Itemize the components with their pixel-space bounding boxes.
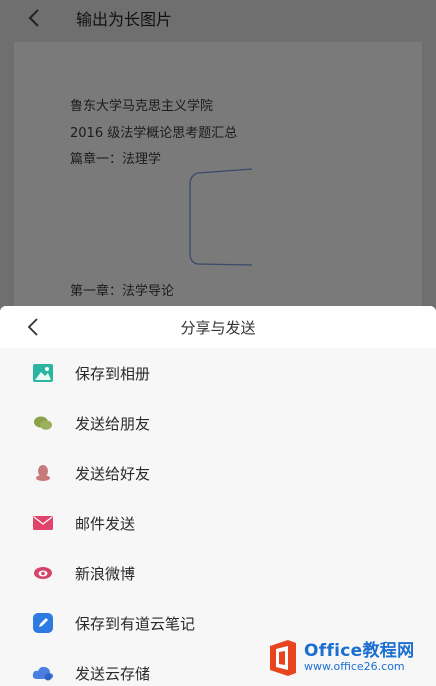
share-option-label: 保存到相册 <box>75 364 151 383</box>
document-preview: 鲁东大学马克思主义学院 2016 级法学概论思考题汇总 篇章一：法理学 第一章：… <box>14 42 422 322</box>
watermark-title: Office教程网 <box>304 641 415 661</box>
youdao-note-icon <box>32 612 54 634</box>
qq-icon <box>32 462 54 484</box>
share-option-label: 发送给好友 <box>75 464 151 483</box>
share-send-to-friend[interactable]: 发送给朋友 <box>0 398 436 448</box>
mail-icon <box>32 512 54 534</box>
chevron-left-icon <box>28 9 39 27</box>
office-watermark: Office教程网 www.office26.com <box>268 636 432 680</box>
document-line: 鲁东大学马克思主义学院 <box>70 99 214 114</box>
share-option-label: 新浪微博 <box>75 564 136 583</box>
share-save-to-album[interactable]: 保存到相册 <box>0 348 436 398</box>
weibo-icon <box>32 562 54 584</box>
back-button[interactable] <box>24 8 44 28</box>
share-option-label: 邮件发送 <box>75 514 136 533</box>
sheet-back-button[interactable] <box>22 316 44 338</box>
share-send-email[interactable]: 邮件发送 <box>0 498 436 548</box>
office-logo-icon <box>270 640 296 676</box>
watermark-url: www.office26.com <box>304 660 405 673</box>
photo-album-icon <box>32 362 54 384</box>
wechat-icon <box>32 412 54 434</box>
share-sheet: 分享与发送 保存到相册 发送给朋友 发送给好友 邮件发送 新浪微博 保存到有道云… <box>0 306 436 686</box>
share-send-to-qq-friend[interactable]: 发送给好友 <box>0 448 436 498</box>
document-bracket-shape <box>189 168 253 266</box>
share-option-label: 保存到有道云笔记 <box>75 614 196 633</box>
top-header: 输出为长图片 <box>0 0 436 36</box>
document-line: 2016 级法学概论思考题汇总 <box>70 126 238 141</box>
document-line: 第一章：法学导论 <box>70 284 175 299</box>
share-sheet-title: 分享与发送 <box>180 318 256 337</box>
share-sheet-header: 分享与发送 <box>0 306 436 348</box>
page-title: 输出为长图片 <box>76 10 173 29</box>
share-option-label: 发送云存储 <box>75 664 151 683</box>
document-preview-overlay: 鲁东大学马克思主义学院 2016 级法学概论思考题汇总 篇章一：法理学 第一章：… <box>0 36 436 322</box>
chevron-left-icon <box>27 318 38 336</box>
document-line: 篇章一：法理学 <box>70 152 162 167</box>
cloud-storage-icon <box>32 662 54 684</box>
share-option-label: 发送给朋友 <box>75 414 151 433</box>
share-sina-weibo[interactable]: 新浪微博 <box>0 548 436 598</box>
